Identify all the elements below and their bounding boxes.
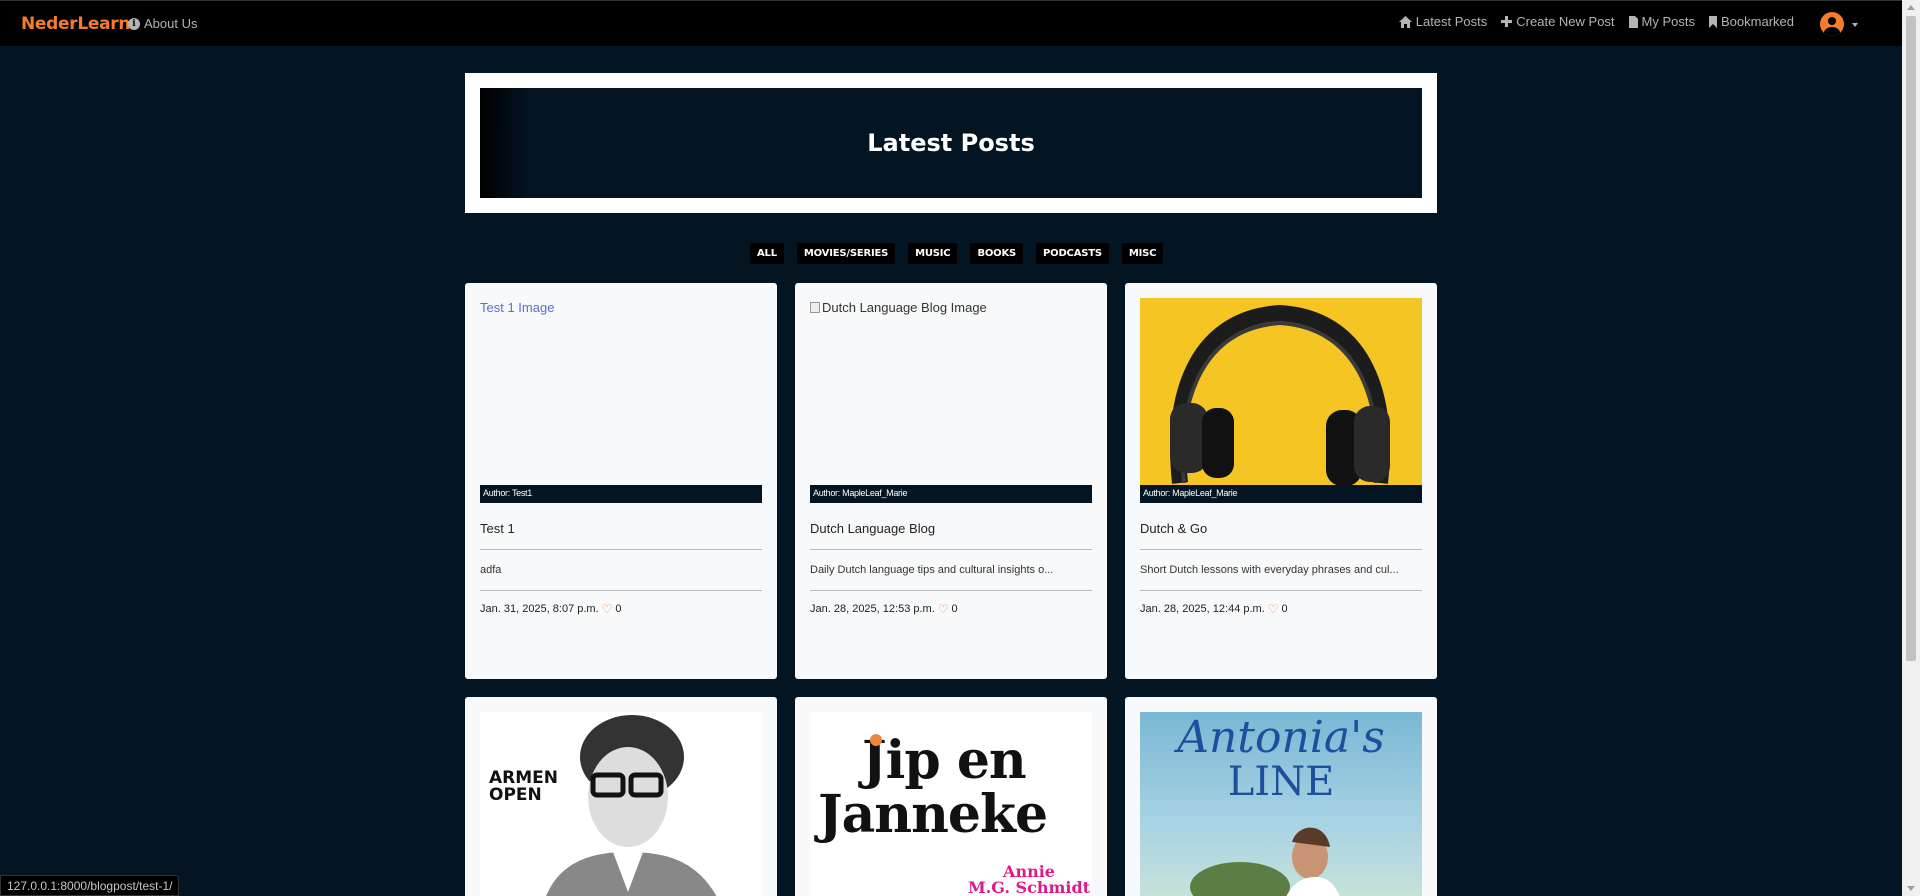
post-description: Short Dutch lessons with everyday phrase… [1140,564,1399,576]
filter-podcasts-button[interactable]: PODCASTS [1036,243,1109,264]
page-title: Latest Posts [867,129,1035,157]
nav-bookmarked[interactable]: Bookmarked [1709,14,1794,29]
filter-movies-series-button[interactable]: MOVIES/SERIES [796,243,896,264]
nav-bookmarked-label: Bookmarked [1721,14,1794,29]
nav-links: Latest Posts Create New Post My Posts Bo… [1398,14,1844,29]
filter-all-button[interactable]: ALL [750,243,784,264]
scroll-down-arrow-icon[interactable] [1907,886,1915,891]
filter-books-button[interactable]: BOOKS [970,243,1024,264]
divider [1140,549,1422,550]
post-meta: Jan. 28, 2025, 12:53 p.m. ♡ 0 [810,602,958,616]
post-author: Author: Test1 [480,485,762,503]
post-author: Author: MapleLeaf_Marie [810,485,1092,503]
divider [1140,590,1422,591]
divider [810,549,1092,550]
movie-poster-illustration [1190,827,1340,896]
nav-create-post[interactable]: Create New Post [1501,14,1615,29]
hero-banner: Latest Posts [465,73,1437,213]
book-author: Annie M.G. Schmidt [968,864,1090,896]
post-title[interactable]: Test 1 [480,521,515,536]
nav-my-posts-label: My Posts [1641,14,1696,29]
post-card[interactable]: Antonia's LINE [1125,697,1437,896]
post-date: Jan. 31, 2025, 8:07 p.m. [480,603,599,615]
post-meta: Jan. 31, 2025, 8:07 p.m. ♡ 0 [480,602,622,616]
filter-misc-button[interactable]: MISC [1121,243,1164,264]
status-url-bar: 127.0.0.1:8000/blogpost/test-1/ [0,875,180,896]
home-icon [1398,15,1412,28]
post-author: Author: MapleLeaf_Marie [1140,485,1422,503]
category-filters: ALL MOVIES/SERIES MUSIC BOOKS PODCASTS M… [750,243,1164,264]
post-description: adfa [480,564,502,576]
filter-music-button[interactable]: MUSIC [908,243,958,264]
balloon-icon [870,734,882,746]
post-image-broken[interactable]: Test 1 Image [480,298,762,486]
navbar: NederLearn i About Us Latest Posts Creat… [0,0,1902,46]
user-menu-toggle[interactable] [1820,12,1858,36]
jip-en-janneke-image[interactable]: Jip en Janneke Annie M.G. Schmidt [810,712,1092,896]
nav-create-post-label: Create New Post [1516,14,1615,29]
plus-icon [1501,16,1513,27]
post-card[interactable]: Test 1 Image Author: Test1 Test 1 adfa J… [465,283,777,679]
jip-en-text: Jip en [862,730,1027,791]
hero-inner: Latest Posts [480,88,1422,198]
armen-open-image[interactable]: ARMEN OPEN [480,712,762,896]
about-us-label: About Us [144,16,198,31]
broken-image-icon [810,302,820,313]
post-title[interactable]: Dutch & Go [1140,521,1207,536]
like-count: 0 [951,603,958,615]
info-icon: i [128,17,140,30]
post-date: Jan. 28, 2025, 12:53 p.m. [810,603,935,615]
nav-latest-posts[interactable]: Latest Posts [1398,14,1488,29]
divider [480,590,762,591]
headphones-icon [1170,304,1390,486]
post-description: Daily Dutch language tips and cultural i… [810,564,1054,576]
broken-image-alt: Dutch Language Blog Image [810,298,1092,315]
like-count: 0 [615,603,622,615]
scroll-thumb[interactable] [1906,16,1916,661]
heart-icon[interactable]: ♡ [602,602,613,616]
post-card[interactable]: Jip en Janneke Annie M.G. Schmidt [795,697,1107,896]
brand-logo[interactable]: NederLearn [21,14,130,34]
post-date: Jan. 28, 2025, 12:44 p.m. [1140,603,1265,615]
vertical-scrollbar[interactable] [1902,0,1920,896]
image-alt-text: Dutch Language Blog Image [822,300,987,315]
antonias-line-image[interactable]: Antonia's LINE [1140,712,1422,896]
divider [480,549,762,550]
post-card[interactable]: Dutch Language Blog Image Author: MapleL… [795,283,1107,679]
post-meta: Jan. 28, 2025, 12:44 p.m. ♡ 0 [1140,602,1288,616]
author-last: M.G. Schmidt [968,878,1091,896]
like-count: 0 [1281,603,1288,615]
post-image-broken[interactable]: Dutch Language Blog Image [810,298,1092,486]
user-avatar-icon [1820,12,1844,36]
heart-icon[interactable]: ♡ [1268,602,1279,616]
portrait-illustration [546,715,717,896]
file-icon [1628,15,1638,28]
scroll-up-arrow-icon[interactable] [1907,5,1915,10]
headphones-image[interactable] [1140,298,1422,486]
nav-latest-posts-label: Latest Posts [1415,14,1488,29]
about-us-link[interactable]: i About Us [128,16,197,31]
nav-my-posts[interactable]: My Posts [1628,14,1696,29]
heart-icon[interactable]: ♡ [938,602,949,616]
janneke-text: Janneke [818,784,1048,845]
image-alt-text[interactable]: Test 1 Image [480,298,762,315]
post-card[interactable]: ARMEN OPEN [465,697,777,896]
post-title[interactable]: Dutch Language Blog [810,521,935,536]
chevron-down-icon [1852,23,1858,27]
post-card[interactable]: Author: MapleLeaf_Marie Dutch & Go Short… [1125,283,1437,679]
book-cover-title: Jip en Janneke [818,730,1048,845]
bookmark-icon [1709,15,1718,28]
divider [810,590,1092,591]
